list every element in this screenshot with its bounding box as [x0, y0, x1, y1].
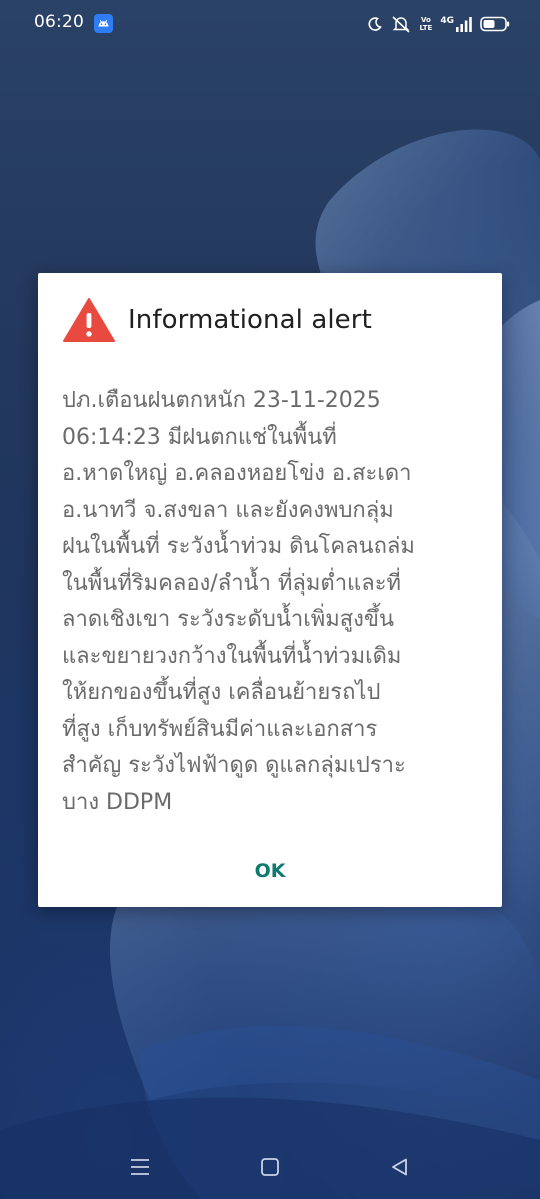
volte-bottom: LTE: [419, 24, 433, 32]
status-icons: Vo LTE 4G: [367, 13, 510, 35]
alert-message: ปภ.เตือนฝนตกหนัก 23-11-2025 06:14:23 มีฝ…: [62, 388, 415, 815]
recent-apps-button[interactable]: [120, 1147, 160, 1187]
home-button[interactable]: [250, 1147, 290, 1187]
status-bar: 06:20 Vo LTE 4G: [0, 0, 540, 46]
network-type: 4G: [440, 16, 454, 26]
dialog-header: Informational alert: [63, 297, 372, 343]
home-icon: [261, 1158, 279, 1176]
status-time: 06:20: [34, 12, 84, 32]
signal-icon: [456, 17, 472, 32]
signal-group: 4G: [440, 16, 472, 32]
android-icon: [94, 14, 113, 33]
moon-icon: [368, 17, 383, 31]
warning-icon: [63, 298, 115, 342]
volte-top: Vo: [420, 16, 431, 24]
volte-indicator: Vo LTE: [419, 16, 432, 32]
ok-button[interactable]: OK: [238, 853, 302, 889]
bell-muted-icon: [392, 16, 411, 33]
navigation-bar: [0, 1133, 540, 1199]
back-icon: [392, 1158, 407, 1176]
dialog-title: Informational alert: [128, 305, 372, 335]
alert-dialog: Informational alert ปภ.เตือนฝนตกหนัก 23-…: [38, 273, 502, 907]
menu-icon: [131, 1159, 149, 1175]
battery-icon: [480, 16, 510, 32]
back-button[interactable]: [380, 1147, 420, 1187]
